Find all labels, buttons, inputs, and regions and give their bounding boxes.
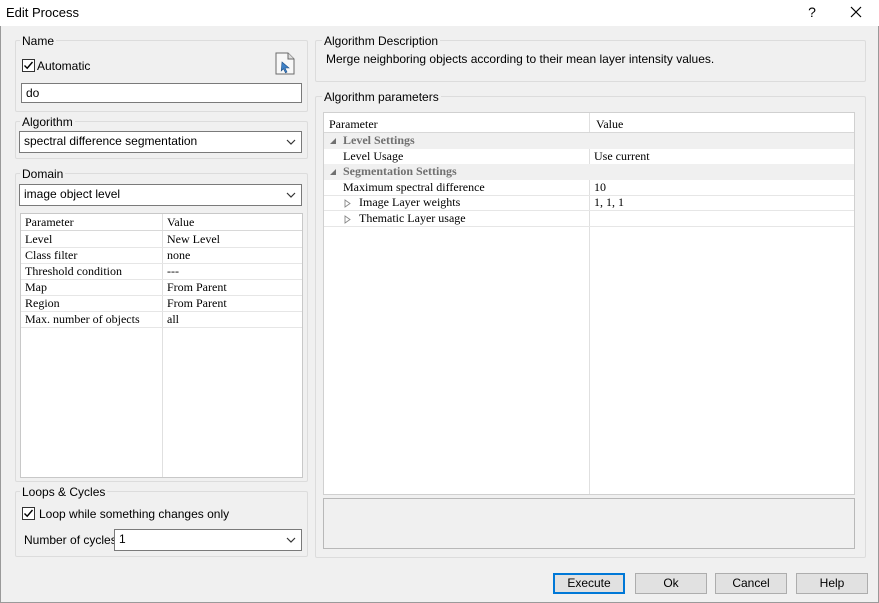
chevron-down-icon bbox=[286, 192, 296, 198]
table-row[interactable]: Level Usage Use current bbox=[324, 149, 854, 165]
cycles-select-value: 1 bbox=[119, 532, 126, 546]
domain-parameter-grid: Parameter Value Level New Level Class fi… bbox=[20, 213, 303, 478]
algorithm-parameter-grid: Parameter Value Level Settings Level Usa… bbox=[323, 112, 855, 495]
collapsed-triangle-icon[interactable] bbox=[344, 199, 351, 208]
checkmark-icon bbox=[24, 61, 34, 70]
document-icon[interactable] bbox=[275, 52, 295, 75]
automatic-checkbox[interactable] bbox=[22, 59, 35, 72]
header-value: Value bbox=[596, 117, 624, 131]
ok-button[interactable]: Ok bbox=[635, 573, 707, 594]
value-cell[interactable]: From Parent bbox=[167, 280, 227, 295]
chevron-down-icon bbox=[286, 537, 296, 543]
cycles-label: Number of cycles bbox=[24, 533, 117, 547]
cancel-button[interactable]: Cancel bbox=[715, 573, 787, 594]
value-cell[interactable]: all bbox=[167, 312, 179, 327]
value-cell[interactable]: From Parent bbox=[167, 296, 227, 311]
expanded-triangle-icon[interactable] bbox=[329, 168, 337, 176]
section-label: Segmentation Settings bbox=[343, 164, 457, 178]
algorithm-group-label: Algorithm bbox=[20, 115, 75, 129]
table-row[interactable]: Region From Parent bbox=[21, 296, 302, 312]
parameter-description-box bbox=[323, 498, 855, 549]
title-bar bbox=[0, 0, 879, 26]
param-cell: Max. number of objects bbox=[25, 312, 140, 326]
window-frame-left bbox=[0, 26, 1, 603]
table-row[interactable]: Level New Level bbox=[21, 232, 302, 248]
param-cell: Class filter bbox=[25, 248, 78, 262]
close-icon bbox=[850, 6, 862, 18]
cycles-select[interactable]: 1 bbox=[114, 529, 302, 551]
table-row[interactable]: Threshold condition --- bbox=[21, 264, 302, 280]
algorithm-select-value: spectral difference segmentation bbox=[24, 134, 198, 148]
chevron-down-icon bbox=[286, 139, 296, 145]
domain-group-label: Domain bbox=[20, 167, 66, 181]
help-question-button[interactable]: ? bbox=[805, 4, 819, 20]
param-cell: Threshold condition bbox=[25, 264, 122, 278]
header-value: Value bbox=[167, 215, 195, 229]
grid-header-row: Parameter Value bbox=[324, 115, 854, 133]
section-label: Level Settings bbox=[343, 133, 415, 147]
param-cell: Level Usage bbox=[343, 149, 404, 163]
value-cell[interactable]: Use current bbox=[594, 149, 650, 164]
table-row[interactable]: Image Layer weights 1, 1, 1 bbox=[324, 195, 854, 211]
param-cell: Region bbox=[25, 296, 60, 310]
table-row[interactable]: Maximum spectral difference 10 bbox=[324, 180, 854, 196]
loops-group-label: Loops & Cycles bbox=[20, 485, 108, 499]
param-cell: Map bbox=[25, 280, 47, 294]
value-cell[interactable]: 10 bbox=[594, 180, 606, 195]
table-row[interactable]: Max. number of objects all bbox=[21, 312, 302, 328]
param-cell: Level bbox=[25, 232, 53, 246]
help-button[interactable]: Help bbox=[796, 573, 868, 594]
value-cell[interactable]: 1, 1, 1 bbox=[594, 195, 624, 210]
value-cell[interactable]: none bbox=[167, 248, 190, 263]
window-title: Edit Process bbox=[6, 5, 79, 20]
header-parameter: Parameter bbox=[329, 117, 378, 131]
algorithm-description-text: Merge neighboring objects according to t… bbox=[326, 52, 715, 66]
description-group-label: Algorithm Description bbox=[322, 34, 441, 48]
close-button[interactable] bbox=[846, 2, 866, 22]
loop-checkbox[interactable] bbox=[22, 507, 35, 520]
param-cell: Image Layer weights bbox=[359, 195, 461, 209]
execute-button[interactable]: Execute bbox=[553, 573, 625, 594]
param-cell: Maximum spectral difference bbox=[343, 180, 485, 194]
value-cell[interactable]: --- bbox=[167, 264, 179, 279]
value-cell[interactable]: New Level bbox=[167, 232, 220, 247]
expanded-triangle-icon[interactable] bbox=[329, 137, 337, 145]
section-row-level-settings[interactable]: Level Settings bbox=[324, 133, 854, 149]
header-parameter: Parameter bbox=[25, 215, 74, 229]
domain-select[interactable]: image object level bbox=[19, 184, 302, 206]
grid-header-row: Parameter Value bbox=[21, 215, 302, 231]
algorithm-select[interactable]: spectral difference segmentation bbox=[19, 131, 302, 153]
checkmark-icon bbox=[24, 509, 34, 518]
loop-label: Loop while something changes only bbox=[39, 507, 230, 521]
automatic-label: Automatic bbox=[37, 59, 91, 73]
collapsed-triangle-icon[interactable] bbox=[344, 215, 351, 224]
parameters-group-label: Algorithm parameters bbox=[322, 90, 441, 104]
table-row[interactable]: Class filter none bbox=[21, 248, 302, 264]
section-row-segmentation-settings[interactable]: Segmentation Settings bbox=[324, 164, 854, 180]
name-group-label: Name bbox=[20, 34, 57, 48]
name-input[interactable]: do bbox=[21, 83, 302, 103]
domain-select-value: image object level bbox=[24, 187, 121, 201]
param-cell: Thematic Layer usage bbox=[359, 211, 466, 225]
table-row[interactable]: Thematic Layer usage bbox=[324, 211, 854, 227]
table-row[interactable]: Map From Parent bbox=[21, 280, 302, 296]
